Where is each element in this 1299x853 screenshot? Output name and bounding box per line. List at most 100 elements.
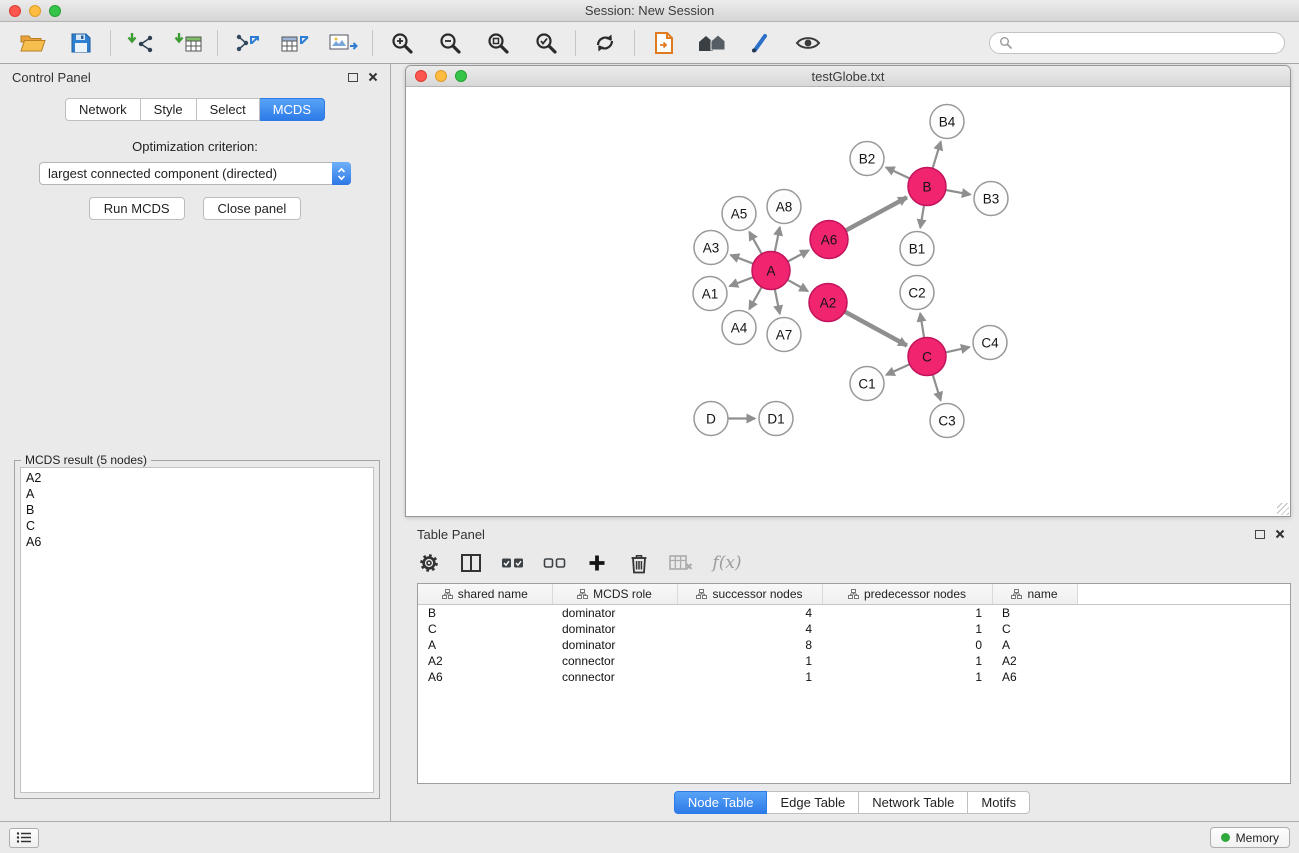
tab-style[interactable]: Style bbox=[141, 98, 197, 121]
table-cell[interactable]: 1 bbox=[822, 669, 992, 685]
graph-node-A[interactable]: A bbox=[752, 252, 790, 290]
graph-edge-B-B4[interactable] bbox=[933, 142, 941, 169]
search-input[interactable] bbox=[1017, 36, 1275, 50]
graph-edge-A-A3[interactable] bbox=[731, 255, 754, 264]
tab-network[interactable]: Network bbox=[65, 98, 141, 121]
table-mode-button[interactable] bbox=[411, 548, 447, 578]
table-cell[interactable]: A6 bbox=[992, 669, 1077, 685]
column-header[interactable]: predecessor nodes bbox=[822, 584, 992, 604]
tab-edge-table[interactable]: Edge Table bbox=[767, 791, 859, 814]
table-cell[interactable]: B bbox=[992, 604, 1077, 621]
float-panel-icon[interactable] bbox=[348, 73, 358, 82]
tab-select[interactable]: Select bbox=[197, 98, 260, 121]
zoom-in-button[interactable] bbox=[383, 27, 421, 59]
graph-edge-B-B2[interactable] bbox=[886, 167, 910, 178]
graph-edge-B-B1[interactable] bbox=[920, 205, 924, 228]
graph-node-B3[interactable]: B3 bbox=[974, 182, 1008, 216]
graph-node-D[interactable]: D bbox=[694, 402, 728, 436]
network-minimize-button[interactable] bbox=[435, 70, 447, 82]
table-cell[interactable]: dominator bbox=[552, 604, 677, 621]
table-cell[interactable]: dominator bbox=[552, 637, 677, 653]
graph-node-A4[interactable]: A4 bbox=[722, 311, 756, 345]
graph-node-A7[interactable]: A7 bbox=[767, 318, 801, 352]
zoom-window-button[interactable] bbox=[49, 5, 61, 17]
close-panel-button[interactable]: Close panel bbox=[203, 197, 302, 220]
mcds-result-item[interactable]: A bbox=[26, 486, 368, 502]
zoom-out-button[interactable] bbox=[431, 27, 469, 59]
table-cell[interactable]: dominator bbox=[552, 621, 677, 637]
graph-edge-A-A2[interactable] bbox=[788, 280, 808, 291]
export-table-button[interactable] bbox=[276, 27, 314, 59]
table-cell[interactable]: 1 bbox=[822, 653, 992, 669]
graph-edge-A-A7[interactable] bbox=[775, 289, 780, 314]
graph-edge-C-C4[interactable] bbox=[946, 347, 970, 352]
show-columns-button[interactable] bbox=[453, 548, 489, 578]
network-zoom-button[interactable] bbox=[455, 70, 467, 82]
function-builder-button[interactable]: f(x) bbox=[705, 548, 749, 578]
table-cell[interactable]: 1 bbox=[677, 669, 822, 685]
graph-edge-B-B3[interactable] bbox=[946, 190, 971, 195]
import-table-button[interactable] bbox=[169, 27, 207, 59]
table-cell[interactable]: A2 bbox=[418, 653, 552, 669]
tab-node-table[interactable]: Node Table bbox=[674, 791, 768, 814]
graph-edge-A-A1[interactable] bbox=[730, 277, 754, 286]
window-list-button[interactable] bbox=[9, 828, 39, 848]
refresh-layout-button[interactable] bbox=[586, 27, 624, 59]
table-cell[interactable]: 4 bbox=[677, 621, 822, 637]
graph-edge-A-A6[interactable] bbox=[788, 250, 809, 261]
table-cell[interactable]: A2 bbox=[992, 653, 1077, 669]
tab-motifs[interactable]: Motifs bbox=[968, 791, 1030, 814]
first-neighbors-button[interactable] bbox=[693, 27, 731, 59]
table-cell[interactable]: B bbox=[418, 604, 552, 621]
delete-column-button[interactable] bbox=[621, 548, 657, 578]
graph-edge-A6-B[interactable] bbox=[846, 197, 907, 230]
export-network-button[interactable] bbox=[228, 27, 266, 59]
deselect-all-button[interactable] bbox=[537, 548, 573, 578]
graph-edge-C-C2[interactable] bbox=[920, 313, 924, 338]
graph-node-C1[interactable]: C1 bbox=[850, 367, 884, 401]
table-cell[interactable]: A bbox=[418, 637, 552, 653]
table-cell[interactable]: C bbox=[992, 621, 1077, 637]
minimize-window-button[interactable] bbox=[29, 5, 41, 17]
close-table-panel-icon[interactable] bbox=[1275, 529, 1285, 539]
table-row[interactable]: A2connector11A2 bbox=[418, 653, 1290, 669]
table-row[interactable]: Bdominator41B bbox=[418, 604, 1290, 621]
open-document-button[interactable] bbox=[645, 27, 683, 59]
graph-node-B2[interactable]: B2 bbox=[850, 142, 884, 176]
table-cell[interactable]: connector bbox=[552, 653, 677, 669]
mcds-result-item[interactable]: C bbox=[26, 518, 368, 534]
network-close-button[interactable] bbox=[415, 70, 427, 82]
graph-node-A8[interactable]: A8 bbox=[767, 190, 801, 224]
run-mcds-button[interactable]: Run MCDS bbox=[89, 197, 185, 220]
graph-edge-A2-C[interactable] bbox=[845, 312, 907, 346]
tab-network-table[interactable]: Network Table bbox=[859, 791, 968, 814]
criterion-dropdown[interactable]: largest connected component (directed) bbox=[39, 162, 351, 185]
graph-edge-A-A4[interactable] bbox=[749, 287, 761, 309]
graph-node-C3[interactable]: C3 bbox=[930, 404, 964, 438]
show-hide-button[interactable] bbox=[789, 27, 827, 59]
graph-node-B[interactable]: B bbox=[908, 168, 946, 206]
mcds-result-item[interactable]: B bbox=[26, 502, 368, 518]
column-header[interactable]: shared name bbox=[418, 584, 552, 604]
graph-edge-A-A5[interactable] bbox=[749, 232, 761, 254]
graph-node-A2[interactable]: A2 bbox=[809, 284, 847, 322]
table-cell[interactable]: A6 bbox=[418, 669, 552, 685]
table-cell[interactable]: 1 bbox=[822, 621, 992, 637]
graph-node-D1[interactable]: D1 bbox=[759, 402, 793, 436]
table-row[interactable]: A6connector11A6 bbox=[418, 669, 1290, 685]
select-all-button[interactable] bbox=[495, 548, 531, 578]
mcds-result-list[interactable]: A2ABCA6 bbox=[20, 467, 374, 793]
graph-node-A3[interactable]: A3 bbox=[694, 231, 728, 265]
graph-node-C2[interactable]: C2 bbox=[900, 276, 934, 310]
zoom-fit-button[interactable] bbox=[479, 27, 517, 59]
graph-node-C[interactable]: C bbox=[908, 338, 946, 376]
graph-node-A6[interactable]: A6 bbox=[810, 221, 848, 259]
column-header[interactable]: successor nodes bbox=[677, 584, 822, 604]
annotation-button[interactable] bbox=[741, 27, 779, 59]
table-cell[interactable]: 1 bbox=[822, 604, 992, 621]
graph-edge-C-C1[interactable] bbox=[886, 364, 910, 375]
graph-node-C4[interactable]: C4 bbox=[973, 326, 1007, 360]
resize-grip-icon[interactable] bbox=[1277, 503, 1289, 515]
table-cell[interactable]: connector bbox=[552, 669, 677, 685]
graph-node-B4[interactable]: B4 bbox=[930, 105, 964, 139]
